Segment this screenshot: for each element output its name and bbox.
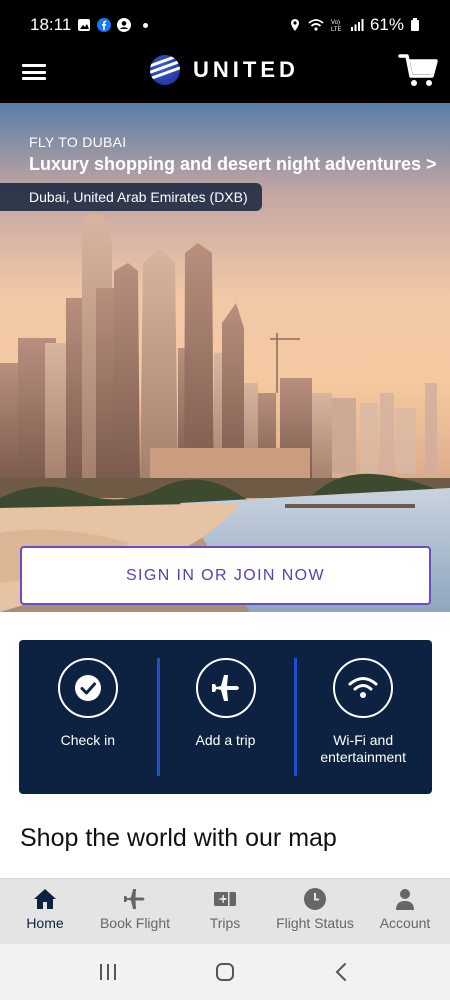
check-in-label: Check in	[60, 732, 116, 748]
globe-logo-icon	[150, 55, 180, 85]
check-in-action[interactable]: Check in	[19, 640, 157, 794]
tab-trips-label: Trips	[209, 915, 241, 931]
volte-icon: Vo)LTE	[331, 20, 342, 32]
wifi-entertainment-label: Wi-Fi and entertainment	[320, 732, 406, 765]
united-logo[interactable]: UNITED	[150, 55, 299, 85]
facebook-icon	[97, 18, 112, 32]
tab-home[interactable]: Home	[0, 879, 90, 944]
quick-actions-panel: Check in Add a trip Wi-Fi and entertainm…	[19, 640, 432, 794]
battery-icon	[411, 18, 419, 31]
gallery-icon	[78, 19, 91, 31]
notification-dot	[143, 22, 149, 28]
clock-icon	[304, 888, 326, 910]
tab-trips[interactable]: Trips	[180, 879, 270, 944]
section-title: Shop the world with our map	[20, 824, 337, 852]
wifi-entertainment-action[interactable]: Wi-Fi and entertainment	[294, 640, 432, 794]
status-time: 18:11	[30, 15, 72, 34]
tab-account-label: Account	[379, 915, 431, 931]
account-circle-icon	[117, 18, 132, 32]
location-icon	[290, 19, 299, 31]
tab-flight-status-label: Flight Status	[276, 915, 354, 931]
hero-location-badge: Dubai, United Arab Emirates (DXB)	[0, 183, 262, 211]
home-icon	[34, 889, 56, 909]
status-bar: 18:11 Vo) LTE 61%	[0, 0, 450, 50]
tab-account[interactable]: Account	[360, 879, 450, 944]
battery-percent: 61%	[369, 15, 404, 34]
add-trip-action[interactable]: Add a trip	[156, 640, 295, 794]
person-icon	[396, 889, 414, 910]
system-navigation-bar	[0, 944, 450, 1000]
dubai-skyline-photo	[0, 213, 450, 612]
brand-name: UNITED	[193, 57, 299, 82]
svg-text:LTE: LTE	[331, 27, 342, 32]
recent-apps-icon[interactable]	[97, 962, 119, 982]
ticket-icon	[214, 892, 236, 906]
checkmark-icon	[57, 658, 118, 718]
sign-in-join-button[interactable]: SIGN IN OR JOIN NOW	[20, 546, 431, 605]
app-header: UNITED	[0, 50, 450, 103]
back-icon[interactable]	[331, 961, 353, 983]
menu-icon[interactable]	[22, 62, 46, 82]
hero-kicker: FLY TO DUBAI	[29, 134, 127, 150]
svg-text:Vo): Vo)	[331, 20, 340, 26]
tab-flight-status[interactable]: Flight Status	[270, 879, 360, 944]
signal-icon	[350, 19, 364, 31]
cart-icon[interactable]	[398, 52, 438, 88]
wifi-status-icon	[308, 19, 324, 31]
tab-book-flight[interactable]: Book Flight	[90, 879, 180, 944]
tab-home-label: Home	[26, 915, 64, 931]
airplane-icon	[195, 658, 256, 718]
bottom-tab-bar: Home Book Flight Trips Flight Status Acc…	[0, 878, 450, 944]
tab-book-flight-label: Book Flight	[99, 915, 171, 931]
add-trip-label: Add a trip	[195, 732, 256, 748]
wifi-icon	[333, 658, 394, 718]
hero-headline-link[interactable]: Luxury shopping and desert night adventu…	[29, 154, 437, 175]
home-button-icon[interactable]	[214, 961, 236, 983]
airplane-icon	[124, 889, 145, 909]
hero-banner[interactable]: FLY TO DUBAI Luxury shopping and desert …	[0, 103, 450, 612]
